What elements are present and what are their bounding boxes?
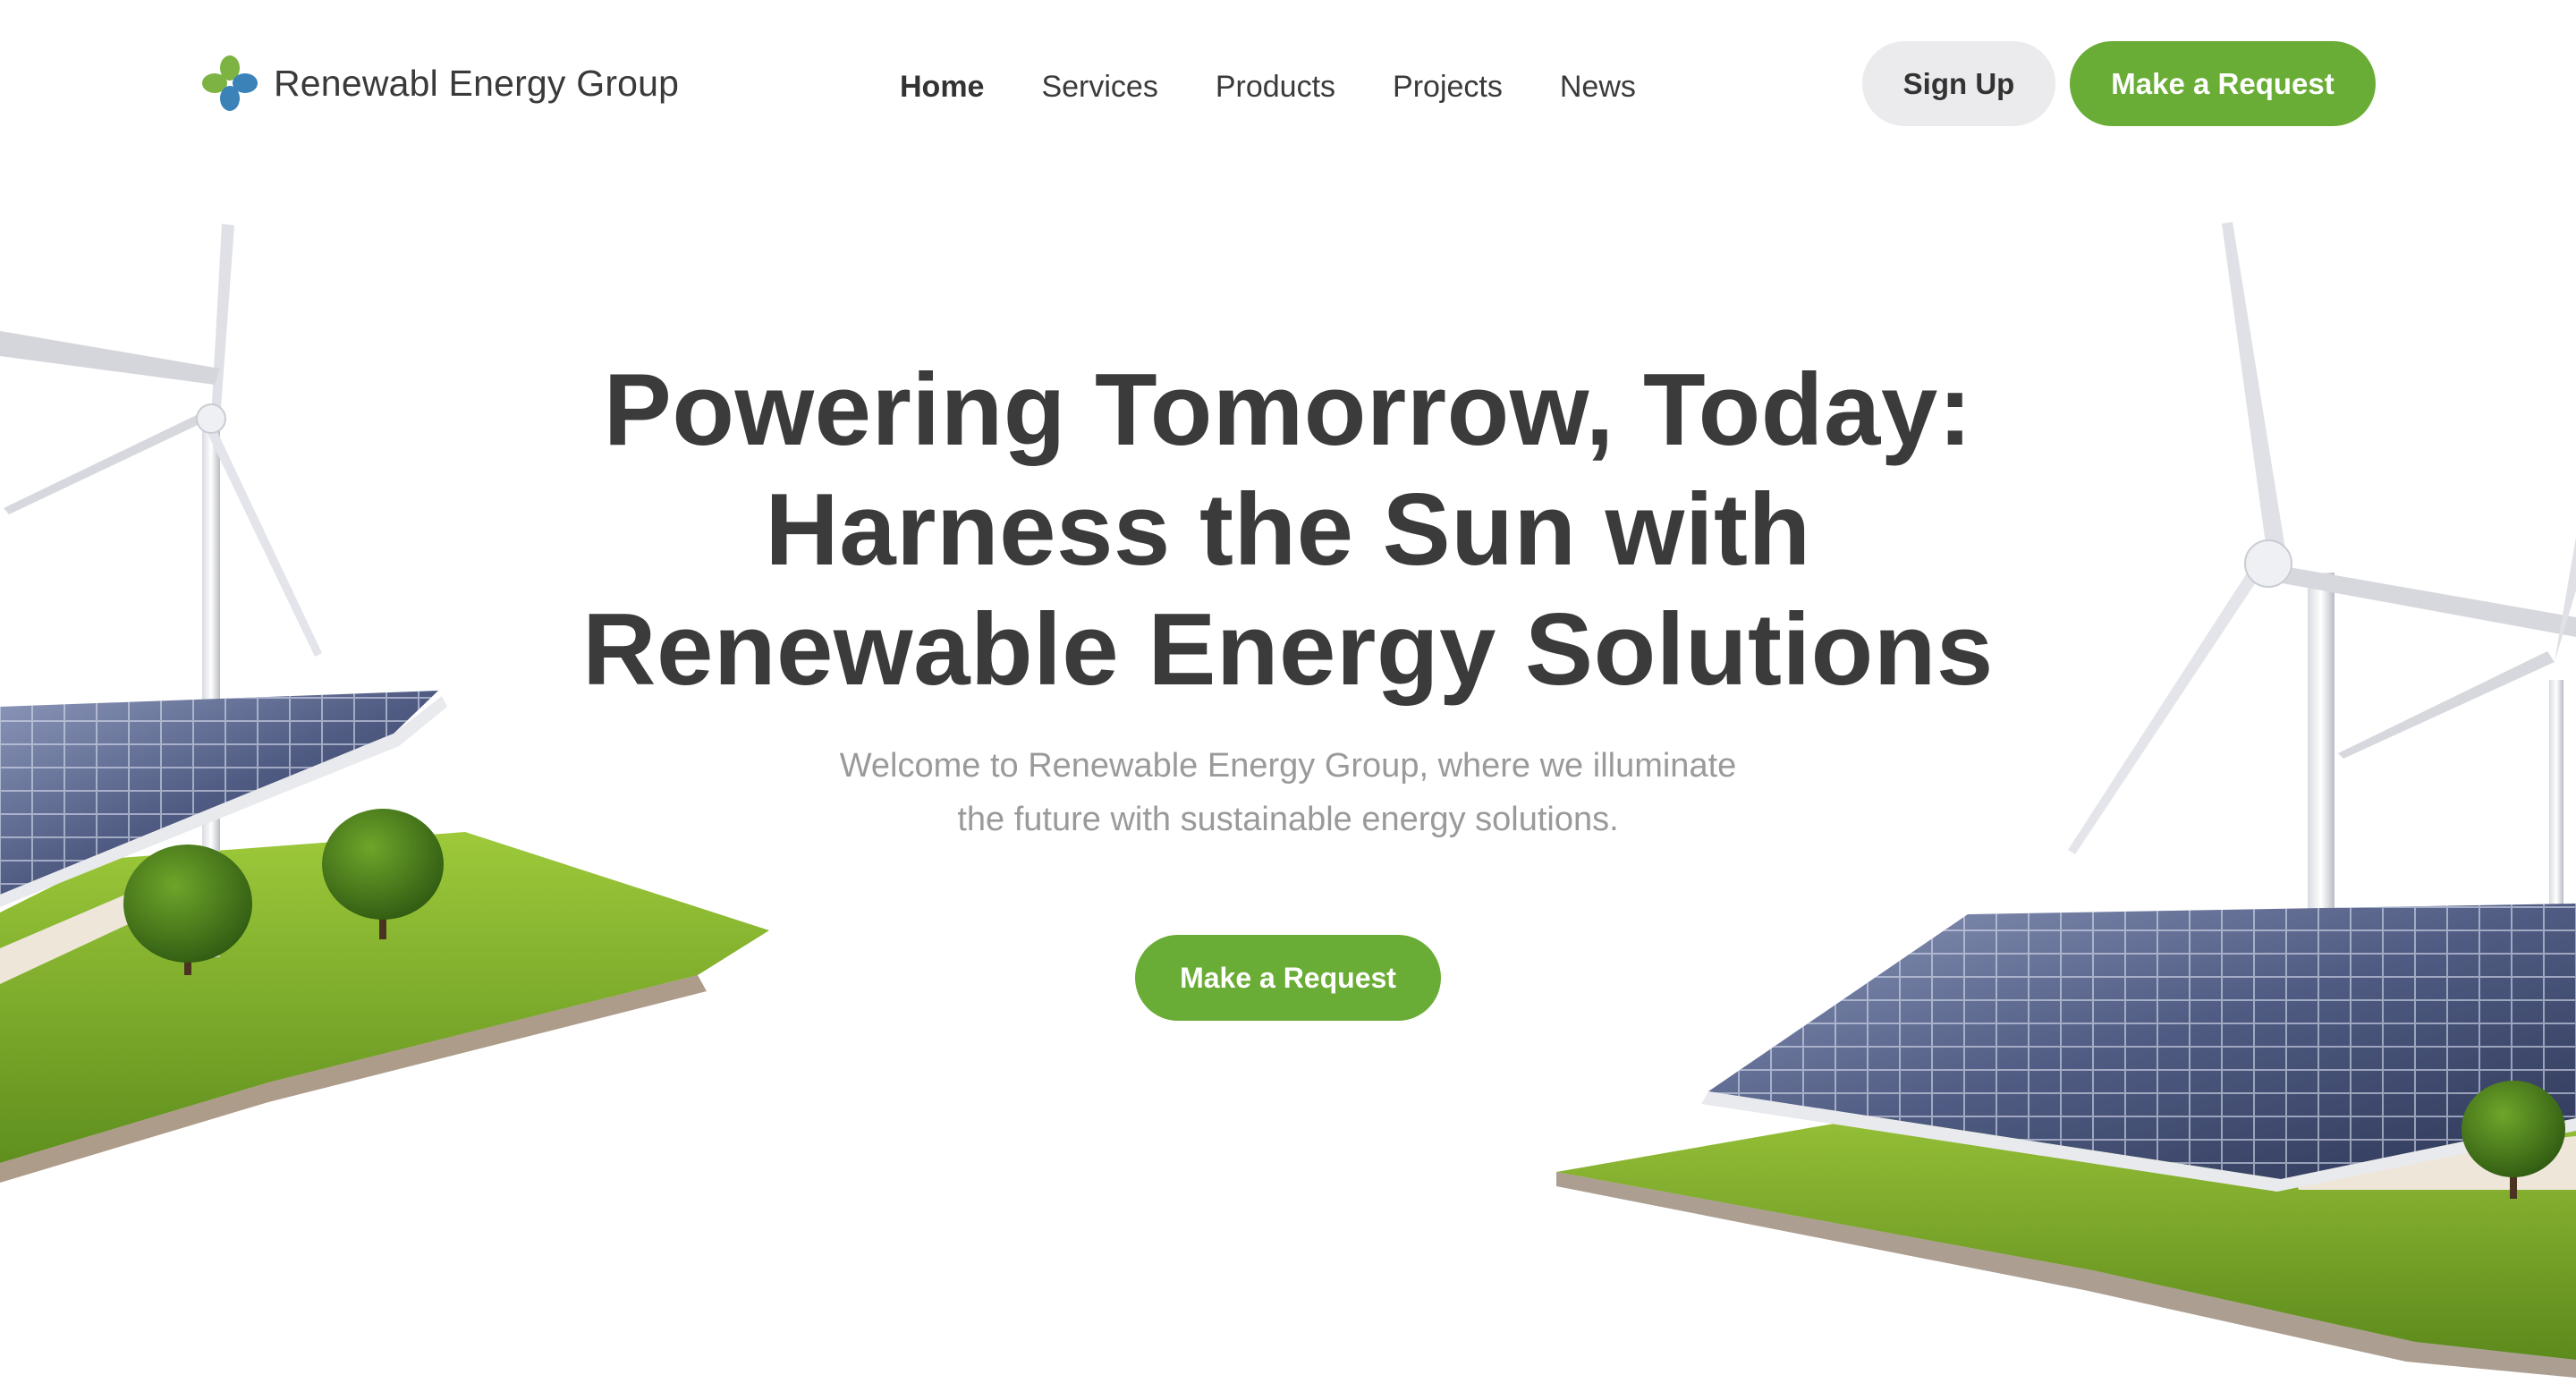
site-header: Renewabl Energy Group Home Services Prod…: [0, 0, 2576, 170]
hero-make-request-button[interactable]: Make a Request: [1135, 935, 1441, 1021]
hero-subtitle: Welcome to Renewable Energy Group, where…: [751, 739, 1825, 846]
logo[interactable]: Renewabl Energy Group: [199, 52, 679, 115]
make-request-button[interactable]: Make a Request: [2070, 41, 2376, 126]
turbine-left-blades: [0, 224, 322, 657]
hero-title-line-2: Harness the Sun with: [765, 473, 1811, 587]
sign-up-button[interactable]: Sign Up: [1862, 41, 2055, 126]
main-nav: Home Services Products Projects News: [900, 64, 1636, 109]
hero-title-line-1: Powering Tomorrow, Today:: [603, 353, 1973, 467]
nav-item-products[interactable]: Products: [1216, 70, 1335, 105]
nav-item-services[interactable]: Services: [1041, 70, 1157, 105]
four-petal-logo-icon: [202, 55, 258, 111]
hero-title: Powering Tomorrow, Today: Harness the Su…: [483, 351, 2093, 710]
nav-item-projects[interactable]: Projects: [1393, 70, 1503, 105]
hero-title-line-3: Renewable Energy Solutions: [582, 593, 1994, 707]
hero-subtitle-line-1: Welcome to Renewable Energy Group, where…: [839, 747, 1737, 785]
nav-item-home[interactable]: Home: [900, 70, 984, 105]
hero-subtitle-line-2: the future with sustainable energy solut…: [957, 801, 1619, 838]
nav-item-news[interactable]: News: [1560, 70, 1636, 105]
logo-text: Renewabl Energy Group: [274, 62, 680, 104]
